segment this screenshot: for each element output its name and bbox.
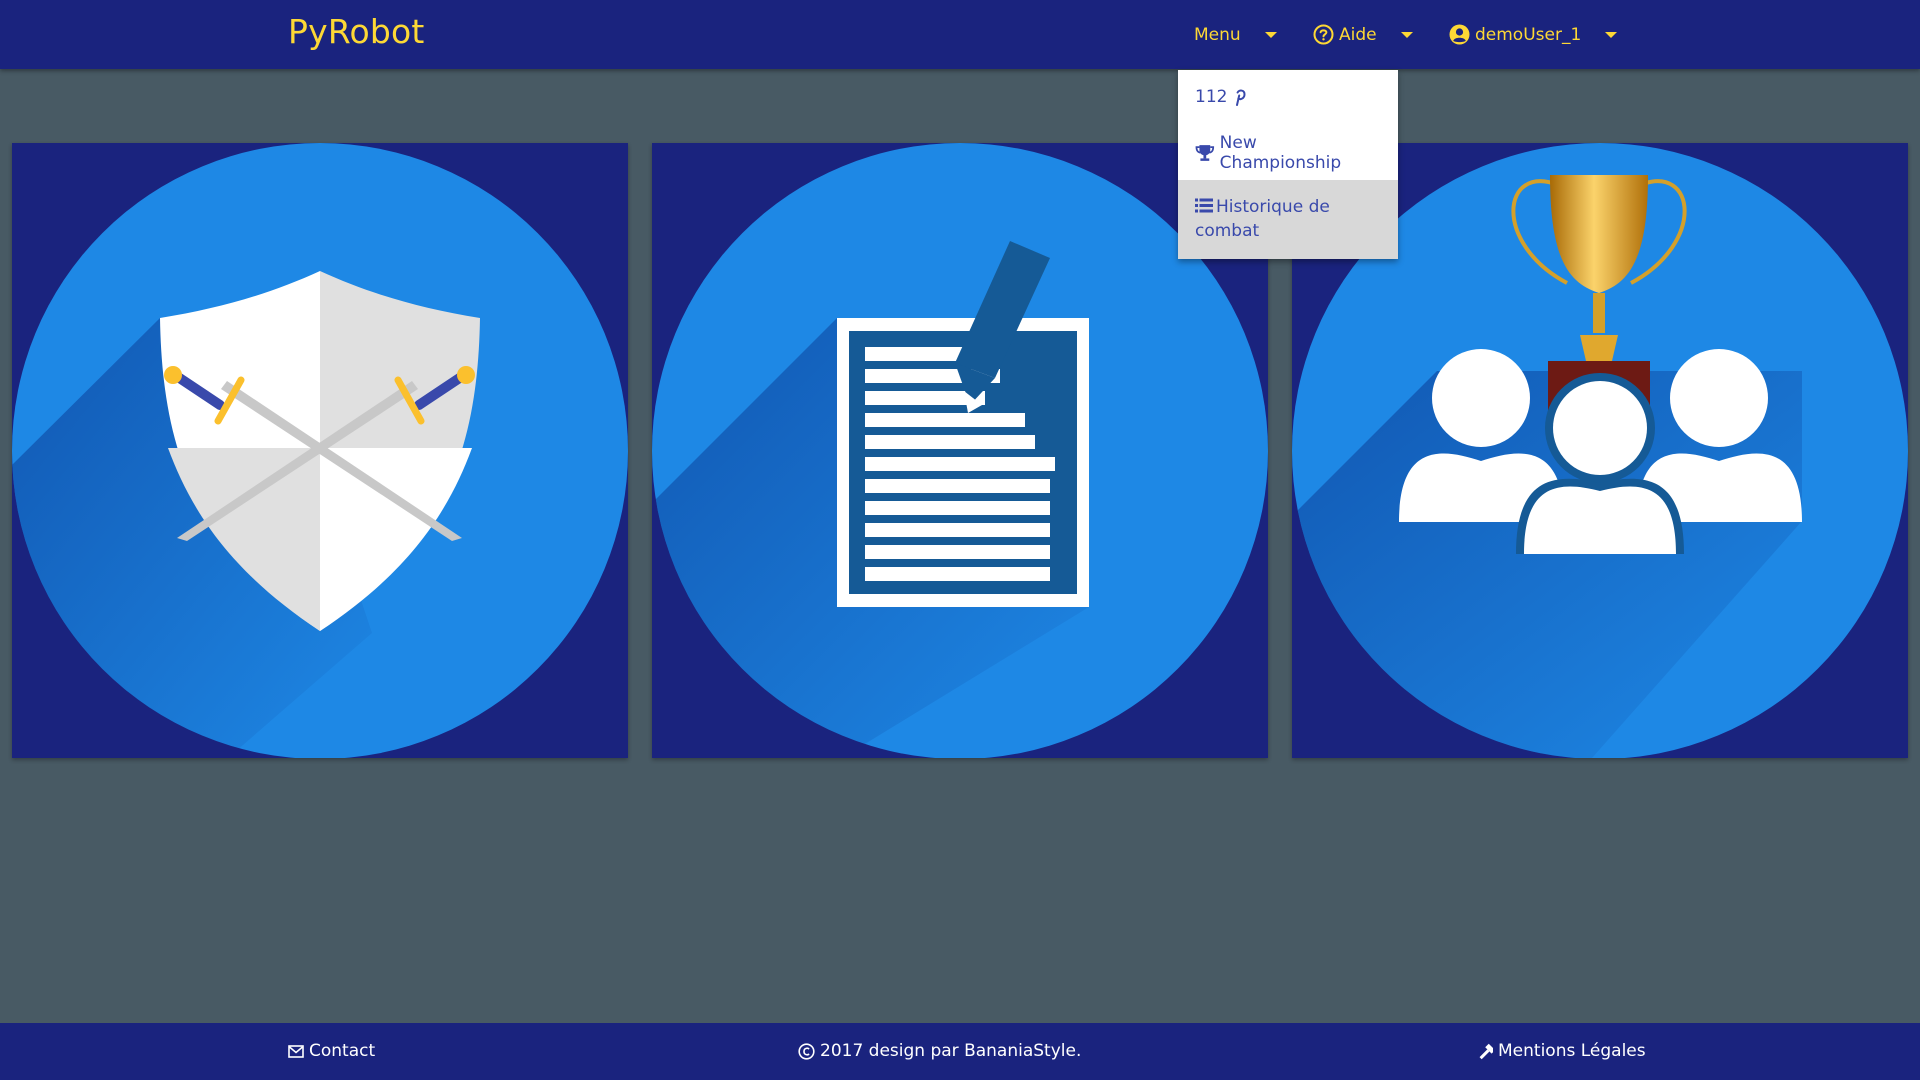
dropdown-item-label: New Championship (1219, 133, 1342, 173)
crossed-swords-shield-icon (12, 143, 628, 758)
dropdown-item-historique-de-combat[interactable]: Historique de combat (1178, 180, 1398, 259)
list-icon (1195, 198, 1213, 213)
chevron-down-icon (1605, 31, 1618, 38)
menu-label: Menu (1194, 24, 1241, 45)
legal-label: Mentions Légales (1498, 1041, 1646, 1061)
dropdown-item-112[interactable]: 112 (1178, 83, 1398, 111)
card-documents[interactable] (652, 143, 1268, 758)
user-circle-icon (1449, 24, 1470, 45)
copyright-text: 2017 design par BananiaStyle. (820, 1041, 1082, 1061)
envelope-icon (288, 1044, 304, 1058)
menu-dropdown-toggle[interactable]: Menu (1194, 0, 1277, 69)
copyright-icon (798, 1042, 815, 1060)
pinterest-p-icon (1236, 89, 1246, 106)
footer: Contact 2017 design par BananiaStyle. Me… (0, 1023, 1920, 1080)
user-dropdown-toggle[interactable]: demoUser_1 (1449, 0, 1618, 69)
help-dropdown-toggle[interactable]: Aide (1313, 0, 1413, 69)
question-circle-icon (1313, 24, 1334, 45)
contact-link[interactable]: Contact (288, 1041, 375, 1061)
trophy-icon (1195, 145, 1215, 161)
menu-dropdown: 112 New Championship Historique de comba… (1178, 70, 1398, 259)
chevron-down-icon (1400, 31, 1413, 38)
help-label: Aide (1339, 24, 1377, 45)
dropdown-item-label: 112 (1195, 87, 1228, 107)
dropdown-item-label: Historique de combat (1195, 197, 1330, 241)
top-navbar: PyRobot Menu Aide demoUser_1 (0, 0, 1920, 69)
document-edit-icon (652, 143, 1268, 758)
gavel-icon (1479, 1043, 1493, 1059)
brand-logo[interactable]: PyRobot (288, 12, 425, 51)
card-combat[interactable] (12, 143, 628, 758)
legal-notice-link[interactable]: Mentions Légales (1476, 1041, 1646, 1061)
contact-label: Contact (309, 1041, 376, 1061)
chevron-down-icon (1264, 31, 1277, 38)
user-label: demoUser_1 (1475, 24, 1582, 45)
dropdown-item-new-championship[interactable]: New Championship (1178, 133, 1398, 173)
copyright-notice: 2017 design par BananiaStyle. (798, 1041, 1081, 1061)
